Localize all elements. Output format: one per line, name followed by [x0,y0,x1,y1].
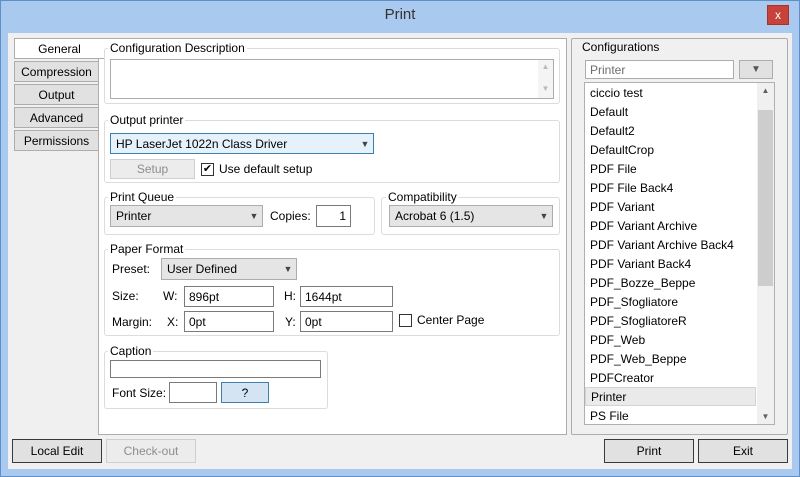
configuration-list-item[interactable]: Printer [585,387,756,406]
scrollbar-thumb[interactable] [758,110,773,286]
tab-permissions[interactable]: Permissions [14,130,99,151]
configuration-list-item[interactable]: PDF File [585,159,756,178]
margin-x-input[interactable]: 0pt [184,311,274,332]
use-default-setup-label: Use default setup [219,162,313,176]
caption-label: Caption [108,344,154,358]
scroll-up-icon: ▲ [541,62,550,71]
paper-format-label: Paper Format [108,242,186,256]
preset-select[interactable]: User Defined ▼ [161,258,297,280]
config-description-scrollbar[interactable]: ▲ ▼ [538,60,553,98]
width-input[interactable]: 896pt [184,286,274,307]
config-description-label: Configuration Description [108,41,247,55]
font-size-label: Font Size: [112,386,167,400]
tab-output[interactable]: Output [14,84,99,105]
configuration-list-item[interactable]: PDF_Sfogliatore [585,292,756,311]
margin-x-label: X: [167,315,179,329]
preset-label: Preset: [112,262,151,276]
configurations-label: Configurations [582,40,660,54]
copies-input[interactable]: 1 [316,205,351,227]
scroll-up-icon: ▲ [761,86,770,95]
tab-general[interactable]: General [14,38,104,59]
center-page-label: Center Page [417,313,485,327]
configuration-list-item[interactable]: ciccio test [585,83,756,102]
window-title: Print [384,6,416,23]
config-description-field[interactable] [110,59,554,99]
height-input[interactable]: 1644pt [300,286,393,307]
font-size-input[interactable] [169,382,217,403]
configuration-list-item[interactable]: PDF File Back4 [585,178,756,197]
compatibility-label: Compatibility [386,190,459,204]
print-queue-select[interactable]: Printer ▼ [110,205,263,227]
configuration-list-item[interactable]: Default [585,102,756,121]
checkout-button[interactable]: Check-out [106,439,196,463]
margin-y-input[interactable]: 0pt [300,311,393,332]
close-icon: x [775,8,781,22]
tab-compression[interactable]: Compression [14,61,99,82]
configuration-list-item[interactable]: PDF_Bozze_Beppe [585,273,756,292]
chevron-down-icon: ▼ [249,211,259,221]
print-queue-label: Print Queue [108,190,177,204]
caption-help-button[interactable]: ? [221,382,269,403]
output-printer-label: Output printer [108,113,186,127]
close-button[interactable]: x [767,5,789,25]
output-printer-select[interactable]: HP LaserJet 1022n Class Driver ▼ [110,133,374,154]
center-page-checkbox[interactable] [399,314,412,327]
setup-button[interactable]: Setup [110,159,195,179]
configuration-list-item[interactable]: PDFCreator [585,368,756,387]
use-default-setup-checkbox[interactable]: ✔ [201,163,214,176]
configuration-list-item[interactable]: Default2 [585,121,756,140]
configuration-list-item[interactable]: DefaultCrop [585,140,756,159]
chevron-down-icon: ▼ [360,138,370,149]
print-button[interactable]: Print [604,439,694,463]
configuration-list-item[interactable]: PDF Variant Archive [585,216,756,235]
chevron-down-icon: ▼ [539,211,549,221]
configurations-scrollbar[interactable]: ▲ ▼ [757,83,774,424]
margin-label: Margin: [112,315,153,329]
width-label: W: [163,289,178,303]
scroll-down-icon: ▼ [541,84,550,93]
configuration-list-item[interactable]: PDF Variant Archive Back4 [585,235,756,254]
tab-advanced[interactable]: Advanced [14,107,99,128]
configuration-list-item[interactable]: PDF_Web_Beppe [585,349,756,368]
configuration-list-item[interactable]: PDF_SfogliatoreR [585,311,756,330]
local-edit-button[interactable]: Local Edit [12,439,102,463]
caption-input[interactable] [110,360,321,378]
scroll-down-icon: ▼ [761,412,770,421]
configuration-list-item[interactable]: PS File [585,406,756,425]
chevron-down-icon: ▼ [751,64,761,75]
configuration-list-item[interactable]: PDF Variant Back4 [585,254,756,273]
chevron-down-icon: ▼ [283,264,293,274]
copies-label: Copies: [270,209,311,223]
exit-button[interactable]: Exit [698,439,788,463]
configurations-dropdown-button[interactable]: ▼ [739,60,773,79]
compatibility-select[interactable]: Acrobat 6 (1.5) ▼ [389,205,553,227]
configuration-list-item[interactable]: PDF_Web [585,330,756,349]
size-label: Size: [112,289,139,303]
margin-y-label: Y: [285,315,296,329]
height-label: H: [284,289,296,303]
configurations-search-input[interactable]: Printer [585,60,734,79]
configuration-list-item[interactable]: PDF Variant [585,197,756,216]
